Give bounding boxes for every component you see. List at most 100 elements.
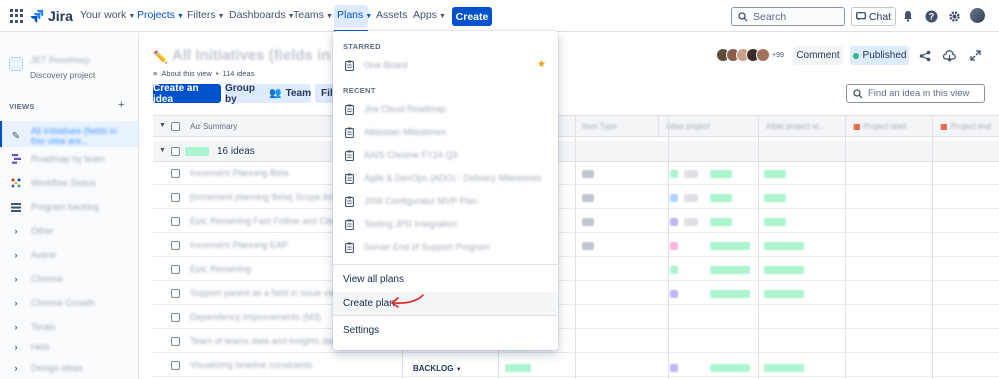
- collapse-all-chevron-icon[interactable]: ▼: [159, 122, 166, 129]
- status-select-backlog[interactable]: BACKLOG ▼: [413, 364, 462, 373]
- column-summary[interactable]: Aα Summary: [190, 122, 237, 131]
- dropdown-item-recent-plan[interactable]: JSW Configurator MVP Plan: [333, 190, 558, 213]
- table-row[interactable]: Increment Planning Beta: [153, 162, 999, 185]
- sidebar-item-workflow-status[interactable]: Workflow Status: [11, 178, 96, 188]
- table-row[interactable]: Visualizing timeline constraints: [153, 354, 999, 377]
- table-row[interactable]: Epic Renaming: [153, 258, 999, 281]
- status-select-label: BACKLOG: [413, 364, 454, 373]
- create-button[interactable]: Create: [452, 7, 492, 26]
- group-by-value: Team: [285, 88, 311, 99]
- sidebar-item-program-backlog[interactable]: Program backlog: [11, 202, 99, 212]
- column-atlas-project-status[interactable]: Atlas project st...: [766, 122, 825, 131]
- sidebar-folder-avenir[interactable]: › Avenir: [11, 250, 57, 260]
- initiatives-icon: ✎: [11, 130, 21, 142]
- column-project-end[interactable]: ▦ Project end: [940, 122, 991, 131]
- row-checkbox[interactable]: [171, 361, 180, 370]
- published-button[interactable]: Published: [850, 46, 909, 65]
- dropdown-item-recent-plan[interactable]: Atlassian Milestones: [333, 121, 558, 144]
- row-checkbox[interactable]: [171, 265, 180, 274]
- jira-logo[interactable]: Jira: [30, 8, 73, 24]
- sidebar-folder-design-ideas[interactable]: › Design ideas: [11, 363, 84, 373]
- view-all-plans-link[interactable]: View all plans: [333, 268, 558, 291]
- group-collapse-chevron-icon[interactable]: ▼: [159, 147, 166, 154]
- atlas-project-icon: [670, 266, 678, 274]
- about-this-view-row[interactable]: ≡ About this view • 114 ideas: [153, 69, 254, 78]
- share-icon[interactable]: [917, 48, 932, 63]
- fullscreen-icon[interactable]: [968, 48, 983, 63]
- nav-dashboards[interactable]: Dashboards ▼: [229, 9, 295, 21]
- sidebar-item-all-initiatives[interactable]: ✎ All Initiatives (fields in this view a…: [11, 126, 121, 146]
- row-checkbox[interactable]: [171, 169, 180, 178]
- search-input[interactable]: Search: [731, 7, 845, 26]
- create-plan-link[interactable]: Create plan: [333, 292, 558, 315]
- item-type-value: [582, 218, 594, 226]
- annotation-arrow-icon: [391, 294, 424, 308]
- row-checkbox[interactable]: [171, 337, 180, 346]
- comment-button[interactable]: Comment: [793, 46, 843, 65]
- nav-teams[interactable]: Teams ▼: [293, 9, 333, 21]
- dropdown-item-recent-plan[interactable]: AAIS Chrome FY24 Q3: [333, 144, 558, 167]
- add-view-plus-icon[interactable]: +: [118, 99, 124, 111]
- star-icon[interactable]: ★: [537, 59, 546, 70]
- dropdown-item-recent-plan[interactable]: Agile & DevOps (ADO) - Delivery Mileston…: [333, 167, 558, 190]
- dropdown-item-recent-plan[interactable]: Testing JPD Integration: [333, 213, 558, 236]
- nav-assets[interactable]: Assets: [376, 9, 408, 21]
- dropdown-item-label: Agile & DevOps (ADO) - Delivery Mileston…: [364, 173, 542, 183]
- dropdown-item-starred-plan[interactable]: One Board ★: [333, 54, 558, 77]
- row-checkbox[interactable]: [171, 313, 180, 322]
- user-avatar[interactable]: [970, 8, 985, 23]
- sidebar-item-label: Design ideas: [31, 363, 84, 373]
- app-switcher-icon[interactable]: [10, 9, 24, 23]
- nav-plans[interactable]: Plans ▼: [337, 9, 372, 21]
- sidebar-folder-chrome-growth[interactable]: › Chrome Growth: [11, 298, 95, 308]
- table-row[interactable]: Team of teams data and insights dashboar…: [153, 330, 999, 353]
- table-row[interactable]: [Increment planning Beta] Scope limits: [153, 186, 999, 209]
- help-icon[interactable]: ?: [923, 8, 939, 24]
- table-row[interactable]: Increment Planning EAP: [153, 234, 999, 257]
- published-status-dot-icon: [852, 52, 859, 59]
- sidebar-folder-teralo[interactable]: › Teralo: [11, 322, 56, 332]
- group-by-button[interactable]: Group by 👥 Team: [225, 83, 311, 105]
- atlas-project-name: [684, 194, 698, 202]
- about-separator: •: [215, 69, 219, 78]
- table-row[interactable]: Epic Renaming Fast Follow and Clean-up: [153, 210, 999, 233]
- sidebar-folder-other[interactable]: › Other: [11, 226, 54, 236]
- nav-apps[interactable]: Apps ▼: [413, 9, 446, 21]
- chevron-right-icon: ›: [14, 250, 18, 260]
- project-type: Discovery project: [30, 70, 96, 80]
- create-idea-button[interactable]: Create an idea: [153, 83, 221, 105]
- sidebar-item-roadmap-by-team[interactable]: Roadmap by team: [11, 154, 105, 164]
- settings-gear-icon[interactable]: [946, 8, 962, 24]
- find-idea-input[interactable]: Find an idea in this view: [846, 84, 985, 103]
- row-checkbox[interactable]: [171, 217, 180, 226]
- sidebar-item-label: Workflow Status: [31, 178, 96, 188]
- nav-projects[interactable]: Projects ▼: [137, 9, 184, 21]
- chat-button[interactable]: Chat: [851, 7, 896, 26]
- chevron-down-icon: ▼: [365, 13, 373, 20]
- sidebar-folder-chrome[interactable]: › Chrome: [11, 274, 64, 284]
- nav-dashboards-label: Dashboards: [229, 9, 286, 21]
- column-atlas-project[interactable]: Atlas project: [666, 122, 710, 131]
- column-project-start[interactable]: ▦ Project start: [853, 122, 906, 131]
- contributors-avatars[interactable]: +99: [716, 48, 784, 62]
- nav-filters[interactable]: Filters ▼: [187, 9, 225, 21]
- row-checkbox[interactable]: [171, 289, 180, 298]
- group-checkbox[interactable]: [171, 147, 180, 156]
- row-checkbox[interactable]: [171, 241, 180, 250]
- dropdown-item-recent-plan[interactable]: Server End of Support Program: [333, 236, 558, 259]
- cloud-export-icon[interactable]: [942, 48, 957, 63]
- group-header-row[interactable]: ▼ 16 ideas: [153, 141, 999, 162]
- row-checkbox[interactable]: [171, 193, 180, 202]
- avatar: [756, 48, 770, 62]
- dropdown-item-recent-plan[interactable]: Jira Cloud Roadmap: [333, 98, 558, 121]
- dropdown-item-label: AAIS Chrome FY24 Q3: [364, 150, 458, 160]
- project-name[interactable]: JET Roadmap: [30, 55, 90, 65]
- notifications-icon[interactable]: [900, 8, 916, 24]
- select-all-checkbox[interactable]: [171, 122, 180, 131]
- sidebar-folder-helo[interactable]: › Helo: [11, 342, 50, 352]
- nav-your-work[interactable]: Your work ▼: [80, 9, 135, 21]
- settings-link[interactable]: Settings: [333, 319, 558, 342]
- table-row[interactable]: Dependency Improvements (M3): [153, 306, 999, 329]
- column-item-type[interactable]: Item Type: [582, 122, 617, 131]
- table-row[interactable]: Support parent as a field in issue view: [153, 282, 999, 305]
